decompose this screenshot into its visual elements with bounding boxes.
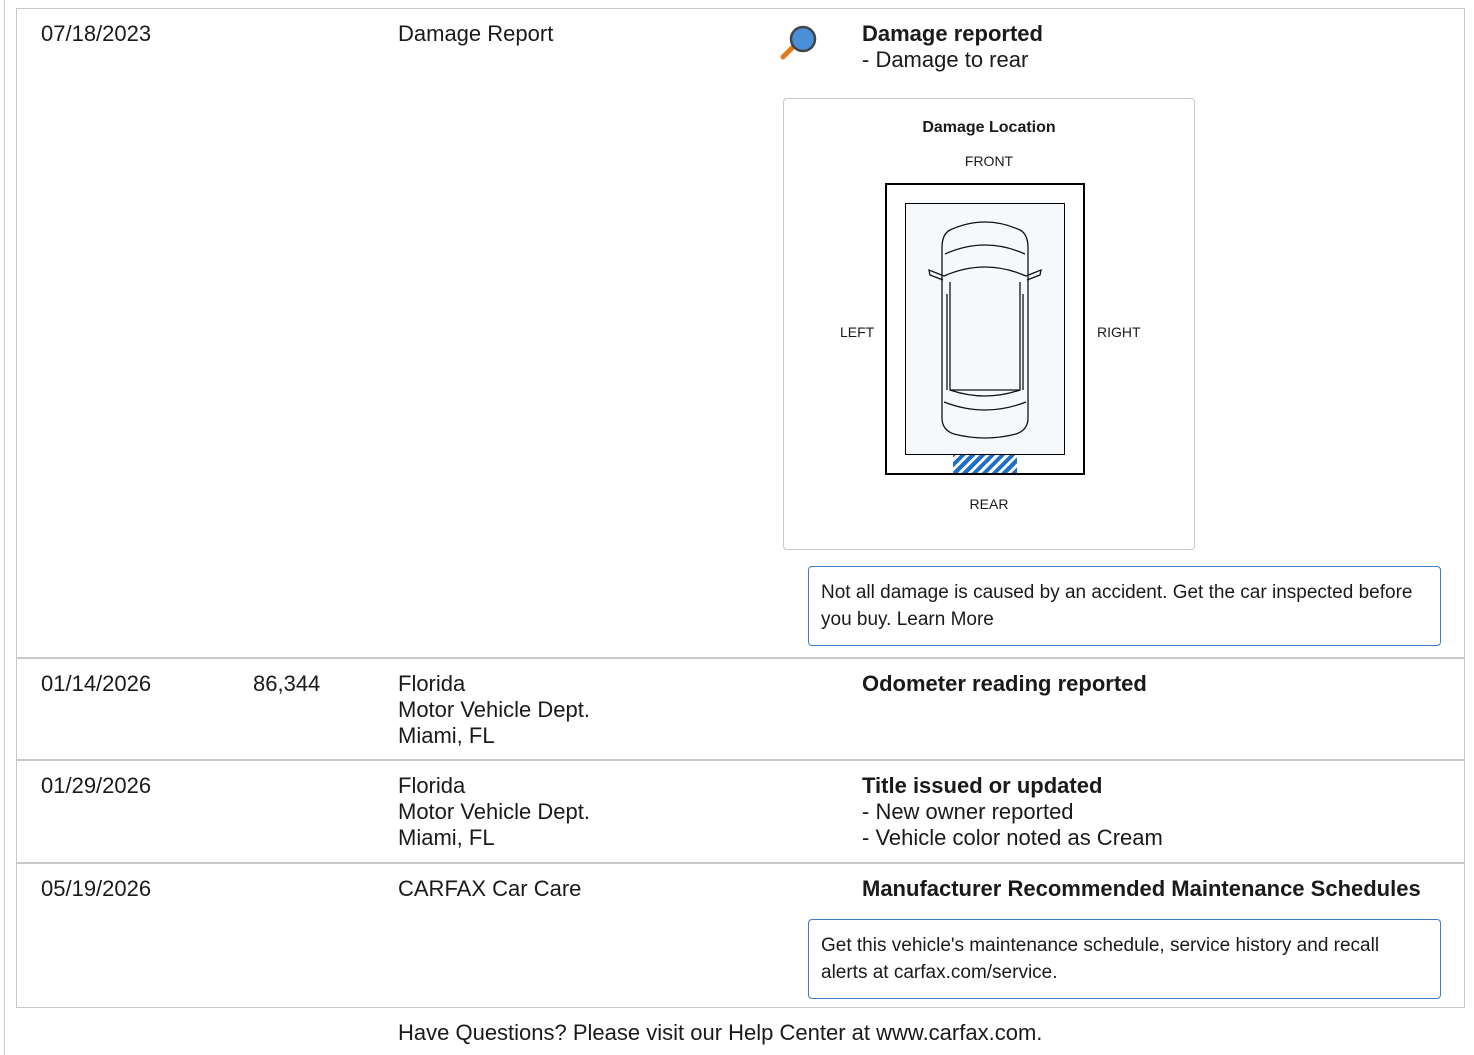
record-source: Florida Motor Vehicle Dept. Miami, FL <box>398 773 590 850</box>
history-row-damage: 07/18/2023 Damage Report Damage reported… <box>17 9 1464 657</box>
record-title: Manufacturer Recommended Maintenance Sch… <box>862 876 1421 901</box>
record-date: 07/18/2023 <box>41 21 152 46</box>
car-top-view-icon <box>928 221 1042 439</box>
record-date: 01/14/2026 <box>41 671 152 696</box>
record-title: Odometer reading reported <box>862 671 1147 696</box>
label-front: FRONT <box>964 153 1014 169</box>
record-detail: - New owner reported <box>862 799 1074 824</box>
record-title: Damage reported <box>862 21 1043 46</box>
record-detail: - Damage to rear <box>862 47 1029 72</box>
history-table: 07/18/2023 Damage Report Damage reported… <box>16 8 1465 1008</box>
magnifier-icon <box>777 23 821 67</box>
label-rear: REAR <box>969 496 1009 512</box>
help-center-footer: Have Questions? Please visit our Help Ce… <box>398 1020 1043 1045</box>
record-odometer: 86,344 <box>253 671 321 696</box>
damage-location-diagram: Damage Location FRONT LEFT RIGHT REAR <box>783 98 1195 550</box>
damage-zone-rear <box>953 455 1017 473</box>
damage-note-text[interactable]: Not all damage is caused by an accident.… <box>821 582 1412 630</box>
record-date: 05/19/2026 <box>41 876 152 901</box>
record-detail: - Vehicle color noted as Cream <box>862 825 1163 850</box>
record-title: Title issued or updated <box>862 773 1103 798</box>
vehicle-outline-frame <box>885 183 1085 475</box>
history-row-car-care: 05/19/2026 CARFAX Car Care Manufacturer … <box>17 862 1464 1007</box>
history-row-odometer: 01/14/2026 86,344 Florida Motor Vehicle … <box>17 657 1464 759</box>
label-right: RIGHT <box>1097 324 1141 340</box>
vehicle-area <box>905 203 1065 455</box>
label-left: LEFT <box>840 324 875 340</box>
damage-note-box: Not all damage is caused by an accident.… <box>808 566 1441 646</box>
history-row-title: 01/29/2026 Florida Motor Vehicle Dept. M… <box>17 759 1464 862</box>
diagram-title: Damage Location <box>922 119 1056 136</box>
maintenance-note-text[interactable]: Get this vehicle's maintenance schedule,… <box>821 935 1379 983</box>
frame-left-border <box>4 0 5 1055</box>
record-source: Damage Report <box>398 21 554 46</box>
maintenance-note-box: Get this vehicle's maintenance schedule,… <box>808 919 1441 999</box>
record-source: CARFAX Car Care <box>398 876 582 901</box>
record-date: 01/29/2026 <box>41 773 152 798</box>
record-source: Florida Motor Vehicle Dept. Miami, FL <box>398 671 590 748</box>
